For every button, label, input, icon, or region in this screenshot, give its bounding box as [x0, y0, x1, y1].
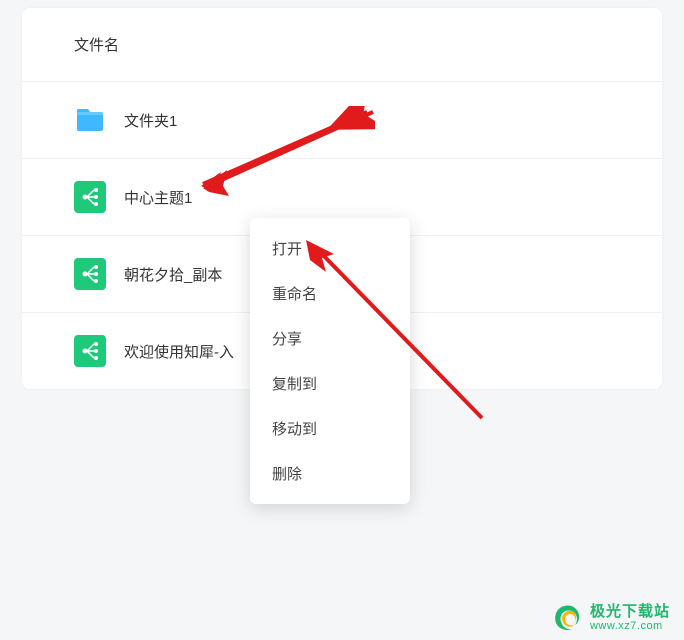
file-name-label: 中心主题1	[124, 187, 192, 208]
watermark-title: 极光下载站	[590, 604, 670, 621]
mindmap-doc-icon	[74, 258, 106, 290]
watermark-logo-icon	[550, 602, 586, 634]
column-header-label: 文件名	[74, 37, 119, 54]
column-header-filename: 文件名	[22, 8, 662, 81]
menu-item-move-to[interactable]: 移动到	[250, 406, 410, 451]
mindmap-doc-icon	[74, 335, 106, 367]
context-menu: 打开 重命名 分享 复制到 移动到 删除	[250, 218, 410, 504]
menu-item-open[interactable]: 打开	[250, 226, 410, 271]
folder-icon	[74, 104, 106, 136]
menu-item-rename[interactable]: 重命名	[250, 271, 410, 316]
file-name-label: 欢迎使用知犀-入	[124, 341, 234, 362]
watermark: 极光下载站 www.xz7.com	[550, 602, 670, 634]
menu-item-delete[interactable]: 删除	[250, 451, 410, 496]
file-name-label: 文件夹1	[124, 110, 177, 131]
watermark-url: www.xz7.com	[590, 620, 670, 632]
menu-item-share[interactable]: 分享	[250, 316, 410, 361]
file-row-folder[interactable]: 文件夹1	[22, 81, 662, 158]
menu-item-copy-to[interactable]: 复制到	[250, 361, 410, 406]
watermark-text: 极光下载站 www.xz7.com	[590, 604, 670, 633]
file-name-label: 朝花夕拾_副本	[124, 264, 222, 285]
mindmap-doc-icon	[74, 181, 106, 213]
